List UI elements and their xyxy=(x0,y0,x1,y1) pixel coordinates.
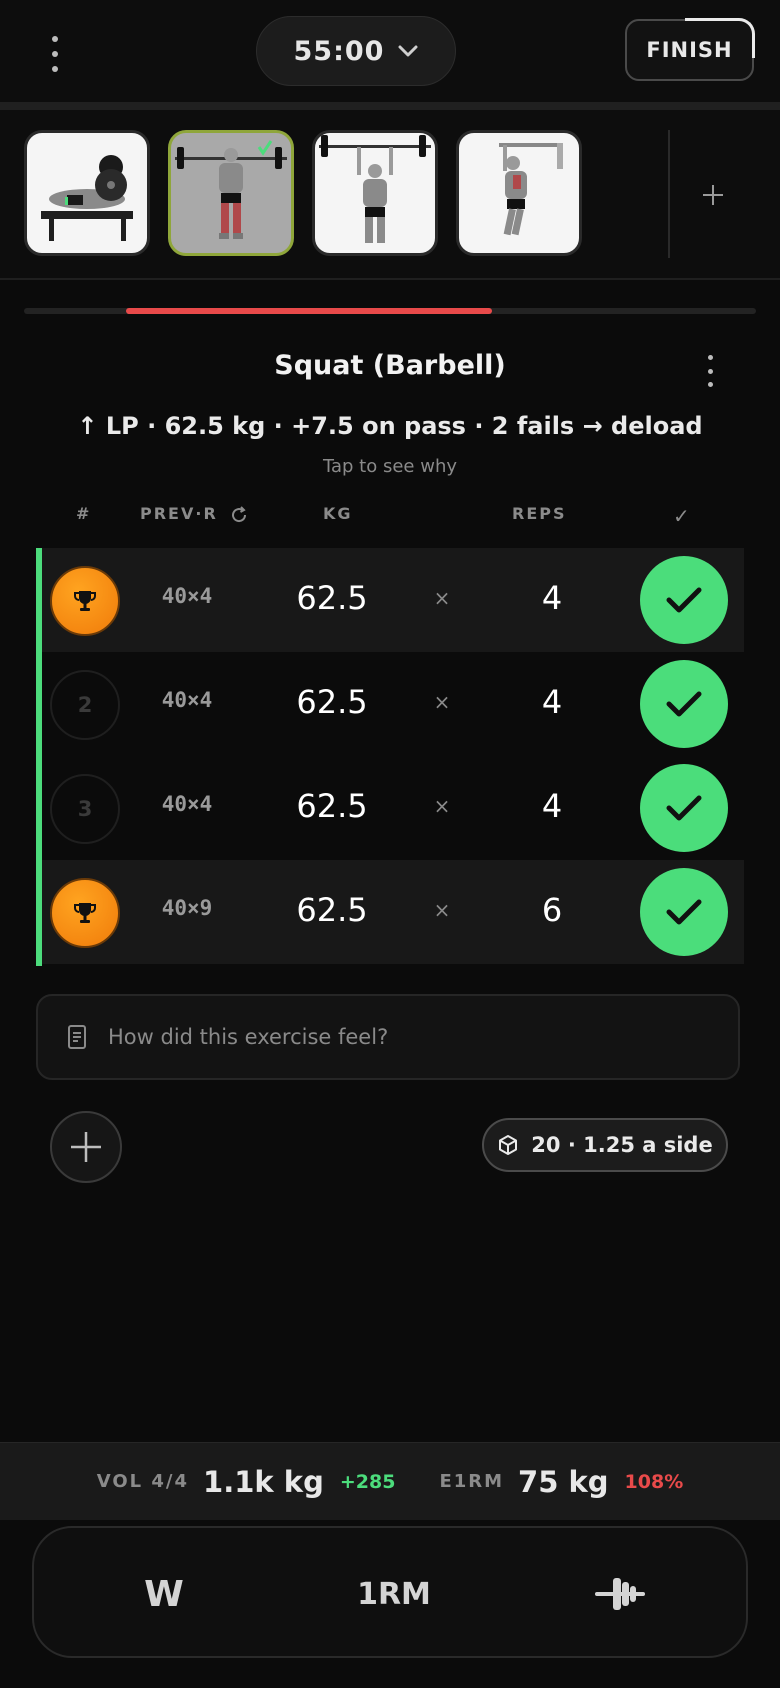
set-number: 3 xyxy=(77,797,93,821)
check-icon xyxy=(666,691,702,717)
previous-set-value[interactable]: 40×9 xyxy=(132,896,242,920)
stats-bar: VOL 4/4 1.1k kg +285 E1RM 75 kg 108% xyxy=(0,1442,780,1520)
times-sign: × xyxy=(433,586,451,610)
col-header-prev-label: PREV·R xyxy=(140,504,218,523)
exercise-notes-field[interactable]: How did this exercise feel? xyxy=(36,994,740,1080)
trophy-icon xyxy=(74,903,96,923)
volume-value: 1.1k kg xyxy=(203,1464,324,1499)
timer-button[interactable]: 55:00 xyxy=(256,16,456,86)
complete-set-button[interactable] xyxy=(640,764,728,852)
progression-plan[interactable]: ↑ LP · 62.5 kg · +7.5 on pass · 2 fails … xyxy=(0,412,780,440)
weight-input[interactable]: 62.5 xyxy=(272,891,392,929)
add-set-button[interactable] xyxy=(50,1111,122,1183)
weight-input[interactable]: 62.5 xyxy=(272,787,392,825)
previous-set-value[interactable]: 40×4 xyxy=(132,792,242,816)
workout-progress-fill xyxy=(126,308,493,314)
reps-input[interactable]: 4 xyxy=(512,787,592,825)
e1rm-value: 75 kg xyxy=(518,1464,609,1499)
set-number: 2 xyxy=(77,693,93,717)
pull-up-figure-icon xyxy=(499,143,563,236)
finish-button[interactable]: FINISH xyxy=(625,18,755,81)
warmup-button[interactable]: W xyxy=(124,1566,204,1622)
plate-calculator-button[interactable]: 20 · 1.25 a side xyxy=(482,1118,728,1172)
cube-icon xyxy=(499,1135,518,1155)
plate-breakdown-label: 20 · 1.25 a side xyxy=(531,1133,713,1157)
timer-value: 55:00 xyxy=(293,35,385,67)
sets-table: 40×4 62.5 × 4 2 40×4 62.5 × 4 3 40×4 62.5 × 4 40×9 62.5… xyxy=(36,548,744,966)
volume-delta: +285 xyxy=(339,1470,396,1493)
weight-input[interactable]: 62.5 xyxy=(272,579,392,617)
add-exercise-button[interactable] xyxy=(690,172,736,218)
warmup-label: W xyxy=(144,1573,184,1615)
times-sign: × xyxy=(433,690,451,714)
e1rm-percent: 108% xyxy=(624,1470,684,1493)
col-header-num: # xyxy=(76,504,92,523)
set-row: 2 40×4 62.5 × 4 xyxy=(42,652,744,756)
col-header-kg: KG xyxy=(323,504,353,523)
check-icon xyxy=(666,795,702,821)
one-rm-label: 1RM xyxy=(357,1576,431,1612)
refresh-icon[interactable] xyxy=(229,505,249,525)
carousel-divider xyxy=(668,130,670,258)
set-row: 40×9 62.5 × 6 xyxy=(42,860,744,964)
exercise-thumb-pull-up[interactable] xyxy=(456,130,582,256)
times-sign: × xyxy=(433,794,451,818)
set-row: 3 40×4 62.5 × 4 xyxy=(42,756,744,860)
exercise-carousel xyxy=(0,110,780,280)
set-number-button[interactable]: 2 xyxy=(50,670,120,740)
reps-input[interactable]: 4 xyxy=(512,579,592,617)
progression-explainer-link[interactable]: Tap to see why xyxy=(0,456,780,477)
chevron-down-icon xyxy=(398,45,418,57)
col-header-check: ✓ xyxy=(673,504,692,528)
reps-input[interactable]: 6 xyxy=(512,891,592,929)
top-bar: 55:00 FINISH xyxy=(0,0,780,102)
note-icon xyxy=(68,1025,86,1049)
exercise-thumb-bench-press[interactable] xyxy=(24,130,150,256)
previous-set-value[interactable]: 40×4 xyxy=(132,584,242,608)
workout-menu-button[interactable] xyxy=(44,36,66,72)
e1rm-label: E1RM xyxy=(439,1471,505,1492)
plus-icon xyxy=(71,1132,101,1162)
exercise-thumb-squat[interactable] xyxy=(168,130,294,256)
squat-figure-icon xyxy=(175,140,287,239)
trophy-icon xyxy=(74,591,96,611)
volume-label: VOL 4/4 xyxy=(96,1471,190,1492)
complete-set-button[interactable] xyxy=(640,868,728,956)
set-number-button[interactable] xyxy=(50,566,120,636)
exercise-title[interactable]: Squat (Barbell) xyxy=(0,350,780,381)
notes-placeholder: How did this exercise feel? xyxy=(108,1025,389,1049)
check-icon xyxy=(666,587,702,613)
bench-press-figure-icon xyxy=(41,155,133,241)
set-number-button[interactable]: 3 xyxy=(50,774,120,844)
complete-set-button[interactable] xyxy=(640,660,728,748)
col-header-reps: REPS xyxy=(512,504,567,523)
check-icon xyxy=(666,899,702,925)
complete-set-button[interactable] xyxy=(640,556,728,644)
set-number-button[interactable] xyxy=(50,878,120,948)
exercise-menu-button[interactable] xyxy=(703,355,717,387)
barbell-icon xyxy=(595,1578,645,1610)
weight-input[interactable]: 62.5 xyxy=(272,683,392,721)
finish-label: FINISH xyxy=(646,38,733,62)
overhead-press-figure-icon xyxy=(319,135,431,243)
plate-loader-button[interactable] xyxy=(580,1566,660,1622)
divider xyxy=(0,102,780,110)
reps-input[interactable]: 4 xyxy=(512,683,592,721)
one-rm-button[interactable]: 1RM xyxy=(334,1566,454,1622)
times-sign: × xyxy=(433,898,451,922)
previous-set-value[interactable]: 40×4 xyxy=(132,688,242,712)
bottom-action-bar: W 1RM xyxy=(32,1526,748,1658)
col-header-prev: PREV·R xyxy=(140,504,249,525)
set-row: 40×4 62.5 × 4 xyxy=(42,548,744,652)
exercise-thumb-overhead-press[interactable] xyxy=(312,130,438,256)
plus-icon xyxy=(703,185,723,205)
